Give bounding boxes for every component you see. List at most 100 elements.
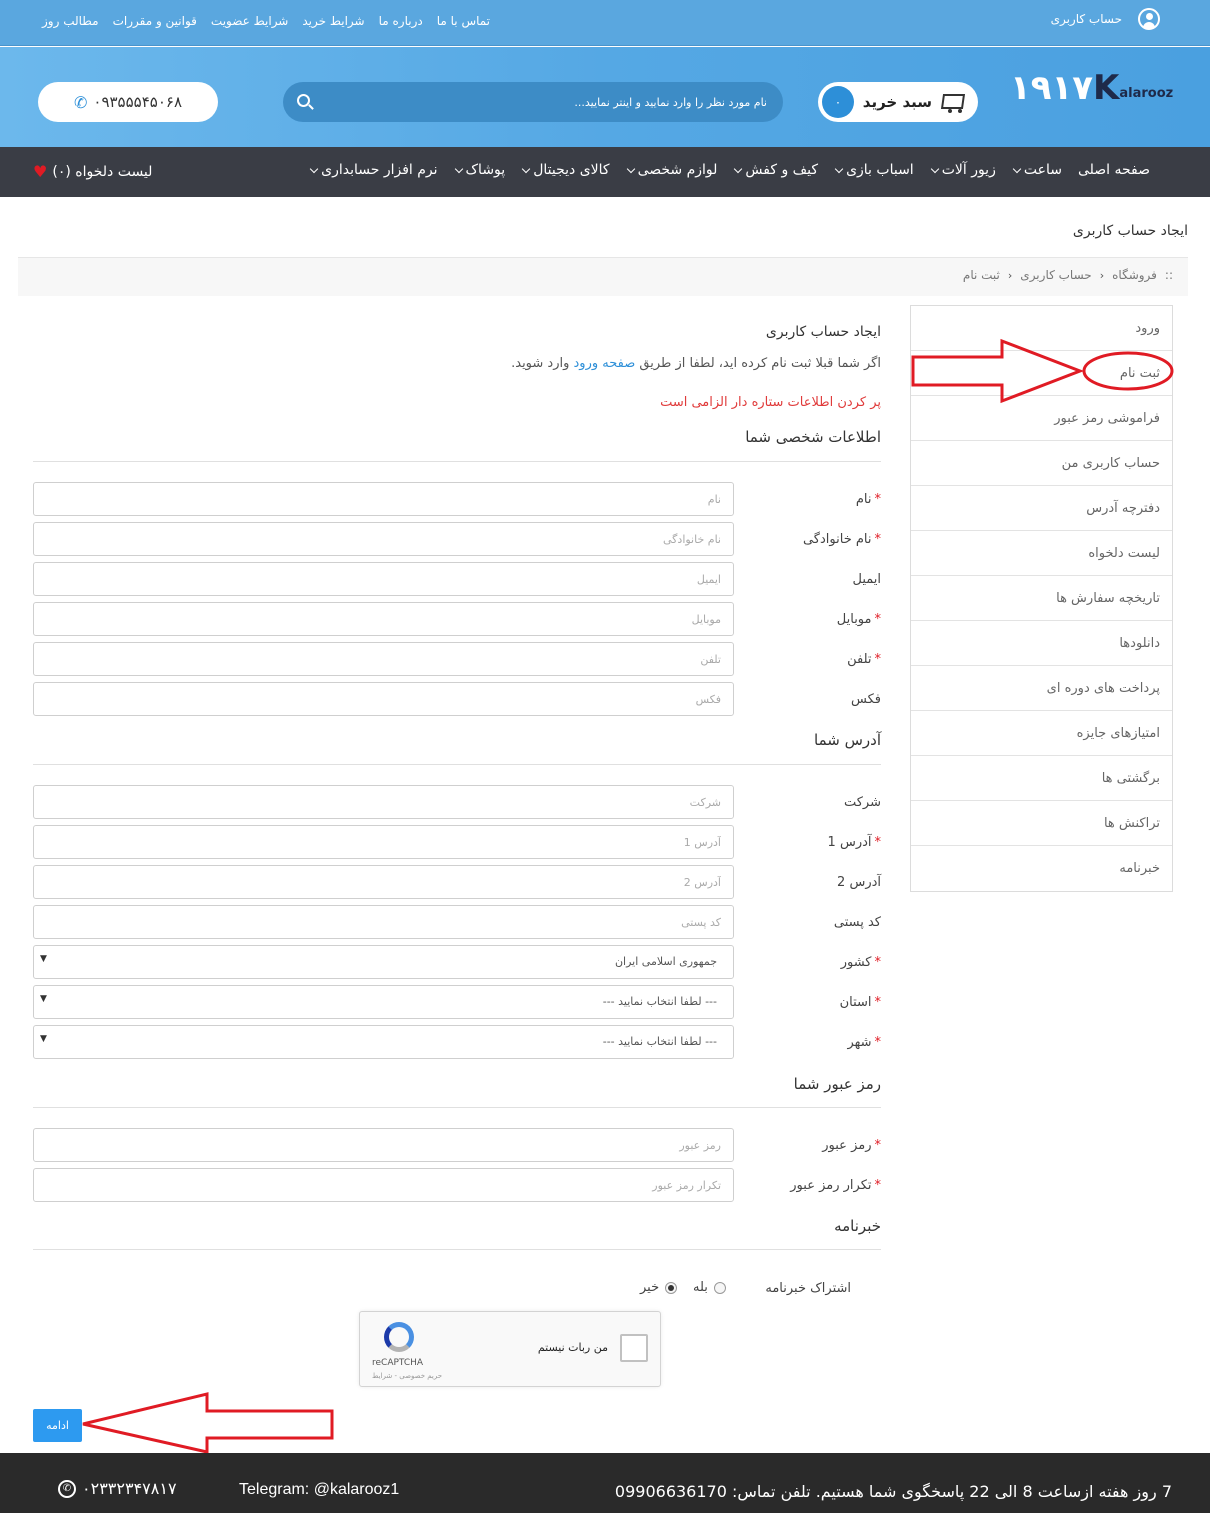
nav-item-2[interactable]: زیور آلات — [930, 162, 996, 178]
breadcrumb-register[interactable]: ثبت نام — [963, 268, 1000, 282]
password-1-field[interactable] — [33, 1168, 734, 1202]
address-select-2-label-text: شهر — [847, 1035, 872, 1050]
newsletter-no-radio[interactable] — [665, 1281, 678, 1294]
address-select-0-label-text: کشور — [840, 955, 872, 970]
nav-item-label: پوشاک — [465, 162, 506, 178]
newsletter-yes-label: بله — [693, 1280, 708, 1295]
address-0-label-text: شرکت — [843, 795, 881, 810]
address-3-label: کد پستی — [763, 915, 881, 930]
required-star: * — [874, 1178, 882, 1193]
sidebar-item-11[interactable]: تراکنش ها — [911, 801, 1172, 846]
address-select-1-dropdown[interactable]: --- لطفا انتخاب نمایید --- ▼ — [33, 985, 734, 1019]
personal-5-label-text: فکس — [851, 692, 881, 707]
newsletter-no-option[interactable]: خیر — [640, 1280, 678, 1295]
breadcrumb-store[interactable]: فروشگاه — [1112, 268, 1157, 282]
search-input[interactable] — [347, 92, 767, 112]
newsletter-yes-radio[interactable] — [713, 1281, 726, 1294]
header: ۱۹۱۷ K alarooz سبد خرید ۰ ✆ ۰۹۳۵۵۵۴۵۰۶۸ — [0, 47, 1210, 147]
nav-item-label: اسباب بازی — [846, 162, 914, 178]
address-2-field[interactable] — [33, 865, 734, 899]
nav-item-3[interactable]: اسباب بازی — [834, 162, 914, 178]
personal-2-label-text: ایمیل — [852, 572, 881, 587]
nav-item-8[interactable]: نرم افزار حسابداری — [309, 162, 438, 178]
personal-0-field[interactable] — [33, 482, 734, 516]
newsletter-section-title: خبرنامه — [834, 1217, 881, 1235]
top-link-daily-posts[interactable]: مطالب روز — [42, 14, 99, 28]
top-link-membership-terms[interactable]: شرایط عضویت — [211, 14, 288, 28]
chevron-left-icon: ‹ — [1099, 268, 1105, 282]
password-0-field[interactable] — [33, 1128, 734, 1162]
sidebar-item-7[interactable]: دانلودها — [911, 621, 1172, 666]
personal-1-field[interactable] — [33, 522, 734, 556]
top-link-contact[interactable]: تماس با ما — [437, 14, 490, 28]
user-icon — [1138, 8, 1160, 30]
address-select-2-dropdown[interactable]: --- لطفا انتخاب نمایید --- ▼ — [33, 1025, 734, 1059]
personal-3-field[interactable] — [33, 602, 734, 636]
top-link-purchase-terms[interactable]: شرایط خرید — [302, 14, 364, 28]
sidebar-item-3[interactable]: حساب کاربری من — [911, 441, 1172, 486]
account-label: حساب کاربری — [1050, 12, 1122, 26]
nav-item-label: کالای دیجیتال — [533, 162, 610, 178]
header-phone[interactable]: ✆ ۰۹۳۵۵۵۴۵۰۶۸ — [38, 82, 218, 122]
logo-k: K — [1093, 68, 1120, 108]
personal-2-field[interactable] — [33, 562, 734, 596]
personal-5-field[interactable] — [33, 682, 734, 716]
caret-down-icon: ▼ — [40, 1034, 47, 1044]
required-star: * — [874, 1035, 882, 1050]
cart-label: سبد خرید — [862, 93, 932, 111]
account-link[interactable]: حساب کاربری — [1051, 8, 1160, 30]
search-bar — [283, 82, 783, 122]
cart-button[interactable]: سبد خرید ۰ — [818, 82, 978, 122]
address-0-field[interactable] — [33, 785, 734, 819]
password-0-label-text: رمز عبور — [822, 1138, 872, 1153]
sidebar-item-5[interactable]: لیست دلخواه — [911, 531, 1172, 576]
recaptcha-checkbox[interactable] — [620, 1334, 648, 1362]
breadcrumb-account[interactable]: حساب کاربری — [1020, 268, 1091, 282]
search-icon[interactable] — [297, 94, 310, 107]
nav-item-5[interactable]: لوازم شخصی — [626, 162, 717, 178]
sidebar-item-8[interactable]: پرداخت های دوره ای — [911, 666, 1172, 711]
site-logo[interactable]: ۱۹۱۷ K alarooz — [1010, 65, 1175, 105]
address-select-1-label-text: استان — [839, 995, 872, 1010]
address-3-field[interactable] — [33, 905, 734, 939]
chevron-down-icon — [930, 164, 939, 173]
address-section-title: آدرس شما — [814, 731, 881, 749]
nav-item-label: کیف و کفش — [745, 162, 819, 178]
top-bar: حساب کاربری مطالب روز قوانین و مقررات شر… — [0, 0, 1210, 46]
personal-section-divider — [33, 461, 881, 462]
login-page-link[interactable]: صفحه ورود — [574, 356, 636, 371]
newsletter-section-divider — [33, 1249, 881, 1250]
logo-text: alarooz — [1119, 86, 1174, 101]
personal-0-label: *نام — [763, 492, 881, 507]
chevron-down-icon — [454, 164, 463, 173]
sidebar-item-9[interactable]: امتیازهای جایزه — [911, 711, 1172, 756]
caret-down-icon: ▼ — [40, 954, 47, 964]
nav-item-label: زیور آلات — [941, 162, 996, 178]
top-link-about[interactable]: درباره ما — [379, 14, 423, 28]
nav-item-6[interactable]: کالای دیجیتال — [521, 162, 610, 178]
address-select-0-dropdown[interactable]: جمهوری اسلامی ایران ▼ — [33, 945, 734, 979]
intro-text-end: وارد شوید. — [511, 356, 574, 371]
continue-button[interactable]: ادامه — [33, 1409, 82, 1442]
footer-telegram[interactable]: Telegram: @kalarooz1 — [239, 1481, 399, 1499]
nav-item-7[interactable]: پوشاک — [454, 162, 506, 178]
sidebar-item-10[interactable]: برگشتی ها — [911, 756, 1172, 801]
personal-4-field[interactable] — [33, 642, 734, 676]
personal-section-title: اطلاعات شخصی شما — [745, 428, 881, 446]
sidebar-item-4[interactable]: دفترچه آدرس — [911, 486, 1172, 531]
required-note: پر کردن اطلاعات ستاره دار الزامی است — [660, 395, 881, 410]
nav-item-0[interactable]: صفحه اصلی — [1078, 162, 1150, 178]
wishlist-link[interactable]: لیست دلخواه (۰) ♥ — [33, 162, 152, 181]
recaptcha-terms[interactable]: حریم خصوصی - شرایط — [372, 1372, 442, 1380]
required-star: * — [874, 612, 882, 627]
address-1-field[interactable] — [33, 825, 734, 859]
nav-item-1[interactable]: ساعت — [1012, 162, 1062, 178]
footer-phone[interactable]: ✆ ۰۲۳۳۲۳۴۷۸۱۷ — [58, 1479, 177, 1498]
sidebar-item-12[interactable]: خبرنامه — [911, 846, 1172, 891]
select-value: --- لطفا انتخاب نمایید --- — [602, 995, 717, 1008]
sidebar-item-6[interactable]: تاریخچه سفارش ها — [911, 576, 1172, 621]
top-link-rules[interactable]: قوانین و مقررات — [113, 14, 197, 28]
nav-menu: صفحه اصلی ساعت زیور آلات اسباب بازی کیف و کف… — [309, 162, 1150, 178]
newsletter-yes-option[interactable]: بله — [693, 1280, 726, 1295]
nav-item-4[interactable]: کیف و کفش — [733, 162, 818, 178]
